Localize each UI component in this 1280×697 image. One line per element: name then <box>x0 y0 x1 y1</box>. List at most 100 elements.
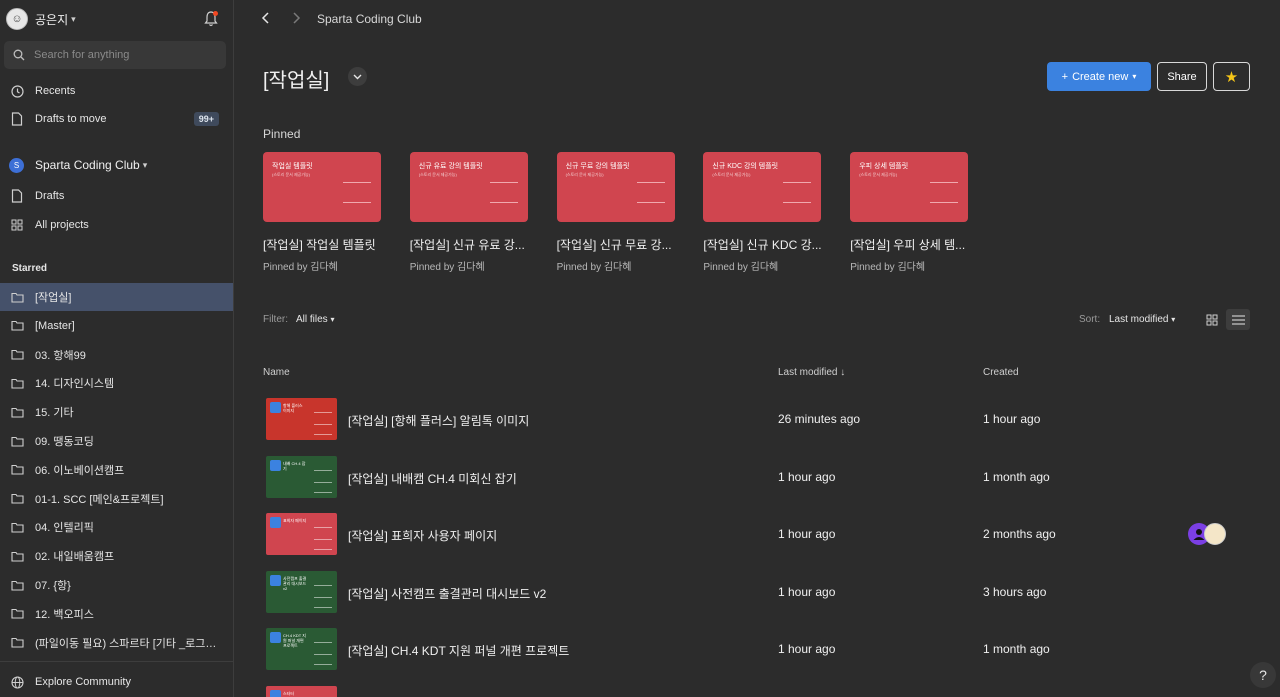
chevron-down-icon: ▾ <box>142 159 148 170</box>
nav-all-projects-label: All projects <box>35 219 89 231</box>
file-created: 1 hour ago <box>983 412 1041 426</box>
thumbnail-line <box>314 527 332 528</box>
thumbnail-line <box>489 182 518 183</box>
search-input[interactable] <box>34 49 204 61</box>
pinned-file-thumbnail: 우피 상세 템플릿 (스토리 문서 제공가능) <box>850 152 969 222</box>
chevron-down-icon: ▾ <box>1132 72 1137 81</box>
file-row[interactable]: CH.4 KDT 지원 퍼널 개편 프로젝트 [작업실] CH.4 KDT 지원 … <box>263 628 1263 672</box>
file-last-modified: 1 hour ago <box>778 642 836 656</box>
starred-project-item[interactable]: 14. 디자인시스템 <box>0 369 233 397</box>
pinned-file-card[interactable]: 신규 무료 강의 템플릿 (스토리 문서 제공가능) [작업실] 신규 무료 강..… <box>556 152 675 273</box>
brand-logo-icon <box>270 689 281 697</box>
help-button[interactable]: ? <box>1250 662 1276 688</box>
sort-label: Sort: <box>1079 314 1101 325</box>
nav-drafts[interactable]: Drafts <box>0 182 233 210</box>
thumbnail-line <box>343 202 371 203</box>
folder-icon <box>10 405 24 419</box>
back-arrow-icon[interactable] <box>258 10 274 26</box>
thumbnail-text: 항해 플러스 이미지 <box>283 403 303 413</box>
pinned-file-card[interactable]: 신규 유료 강의 템플릿 (스토리 문서 제공가능) [작업실] 신규 유료 강..… <box>409 152 528 273</box>
thumbnail-line <box>636 202 665 203</box>
pinned-heading: Pinned <box>263 127 301 141</box>
pinned-by: Pinned by 김다혜 <box>703 262 779 273</box>
starred-project-label: 02. 내일배움캠프 <box>35 551 115 564</box>
starred-project-item[interactable]: 07. {항} <box>0 571 233 599</box>
file-row[interactable]: 스타터 <box>263 685 1263 697</box>
starred-project-item[interactable]: 09. 땡동코딩 <box>0 427 233 455</box>
file-row[interactable]: 항해 플러스 이미지 [작업실] [항해 플러스] 알림톡 이미지 26 minut… <box>263 398 1263 442</box>
starred-project-label: 14. 디자인시스템 <box>35 378 115 391</box>
notification-dot <box>213 11 218 16</box>
sort-value: Last modified <box>1109 314 1169 325</box>
breadcrumb[interactable]: Sparta Coding Club <box>317 12 422 26</box>
starred-project-label: 06. 이노베이션캠프 <box>35 464 125 477</box>
thumbnail-title: 우피 상세 템플릿 <box>859 163 909 170</box>
pinned-file-card[interactable]: 신규 KDC 강의 템플릿 (스토리 문서 제공가능) [작업실] 신규 KDC 강… <box>703 152 822 273</box>
collaborators[interactable] <box>1188 523 1226 545</box>
chevron-down-icon: ▾ <box>71 13 76 24</box>
starred-project-item[interactable]: 15. 기타 <box>0 398 233 426</box>
file-row[interactable]: 사전캠프 출결관리 대시보드 v2 [작업실] 사전캠프 출결관리 대시보드 v2… <box>263 570 1263 615</box>
starred-project-item[interactable]: (파일이동 필요) 스파르타 [기타 _로그인,마이... <box>0 629 233 657</box>
pinned-by: Pinned by 김다혜 <box>409 262 485 273</box>
filter-dropdown[interactable]: All files ▾ <box>296 314 334 325</box>
nav-drafts-to-move[interactable]: Drafts to move 99+ <box>0 105 233 133</box>
starred-project-item[interactable]: 04. 인텔리픽 <box>0 513 233 541</box>
collaborator-avatar <box>1204 523 1226 545</box>
starred-project-item[interactable]: 12. 백오피스 <box>0 600 233 628</box>
forward-arrow-icon[interactable] <box>288 10 304 26</box>
thumbnail-line <box>314 481 332 483</box>
pinned-file-card[interactable]: 우피 상세 템플릿 (스토리 문서 제공가능) [작업실] 우피 상세 템... Pi… <box>850 152 969 273</box>
column-header-name[interactable]: Name <box>263 367 290 378</box>
list-view-toggle[interactable] <box>1226 309 1250 330</box>
team-switcher[interactable]: S Sparta Coding Club ▾ <box>9 156 147 174</box>
account-switcher[interactable]: ☺ 공은지 ▾ <box>6 7 226 31</box>
starred-project-item[interactable]: 01-1. SCC [메인&프로젝트] <box>0 485 233 513</box>
user-avatar: ☺ <box>6 8 28 30</box>
starred-project-item[interactable]: 06. 이노베이션캠프 <box>0 456 233 484</box>
file-row[interactable]: 표희자 페이지 [작업실] 표희자 사용자 페이지 1 hour ago 2 mont… <box>263 513 1263 557</box>
column-header-created[interactable]: Created <box>983 367 1019 378</box>
file-row[interactable]: 내배 CH.4 잡기 [작업실] 내배캠 CH.4 미회신 잡기 1 hour ag… <box>263 455 1263 500</box>
starred-project-item[interactable]: [작업실] <box>0 283 233 311</box>
thumbnail-line <box>314 539 332 540</box>
starred-project-item[interactable]: 03. 항해99 <box>0 341 233 369</box>
pinned-file-card[interactable]: 작업실 템플릿 (스토리 문서 제공가능) [작업실] 작업실 템플릿 Pinned … <box>263 152 381 273</box>
thumbnail-line <box>314 434 332 435</box>
nav-explore-community[interactable]: Explore Community <box>0 668 233 696</box>
share-button[interactable]: Share <box>1157 62 1207 91</box>
thumbnail-line <box>314 584 332 586</box>
filter-label: Filter: <box>263 314 288 325</box>
thumbnail-subtitle: (스토리 문서 제공가능) <box>565 172 604 177</box>
thumbnail-subtitle: (스토리 문서 제공가능) <box>272 172 311 177</box>
page-title: [작업실] <box>263 70 330 92</box>
nav-drafts-label: Drafts <box>35 190 65 202</box>
create-new-button[interactable]: + Create new ▾ <box>1047 62 1151 91</box>
starred-project-item[interactable]: [Master] <box>0 312 233 340</box>
folder-icon <box>10 290 24 304</box>
thumbnail-text: 내배 CH.4 잡기 <box>283 460 306 471</box>
nav-all-projects[interactable]: All projects <box>0 211 233 239</box>
grid-view-toggle[interactable] <box>1203 311 1220 328</box>
thumbnail-title: 작업실 템플릿 <box>272 163 313 170</box>
thumbnail-line <box>314 549 332 550</box>
file-thumbnail: 항해 플러스 이미지 <box>266 398 337 440</box>
nav-recents-label: Recents <box>35 85 76 97</box>
starred-project-item[interactable]: 02. 내일배움캠프 <box>0 542 233 570</box>
pinned-file-title: [작업실] 신규 유료 강... <box>409 238 525 252</box>
plus-icon: + <box>1061 70 1069 83</box>
search-box[interactable] <box>4 41 226 69</box>
file-thumbnail: 사전캠프 출결관리 대시보드 v2 <box>266 570 337 613</box>
thumbnail-text: 표희자 페이지 <box>283 518 307 523</box>
thumbnail-line <box>314 596 332 598</box>
file-name: [작업실] 표희자 사용자 페이지 <box>348 529 498 543</box>
file-created: 1 month ago <box>983 469 1050 484</box>
column-header-modified[interactable]: Last modified ↓ <box>778 367 845 378</box>
star-button[interactable]: ★ <box>1213 62 1250 91</box>
project-menu-button[interactable] <box>348 67 367 86</box>
starred-project-label: [Master] <box>35 319 75 332</box>
nav-recents[interactable]: Recents <box>0 77 233 105</box>
sort-dropdown[interactable]: Last modified ▾ <box>1109 314 1175 325</box>
thumbnail-line <box>783 182 812 183</box>
starred-project-label: (파일이동 필요) 스파르타 [기타 _로그인,마이... <box>35 637 220 650</box>
